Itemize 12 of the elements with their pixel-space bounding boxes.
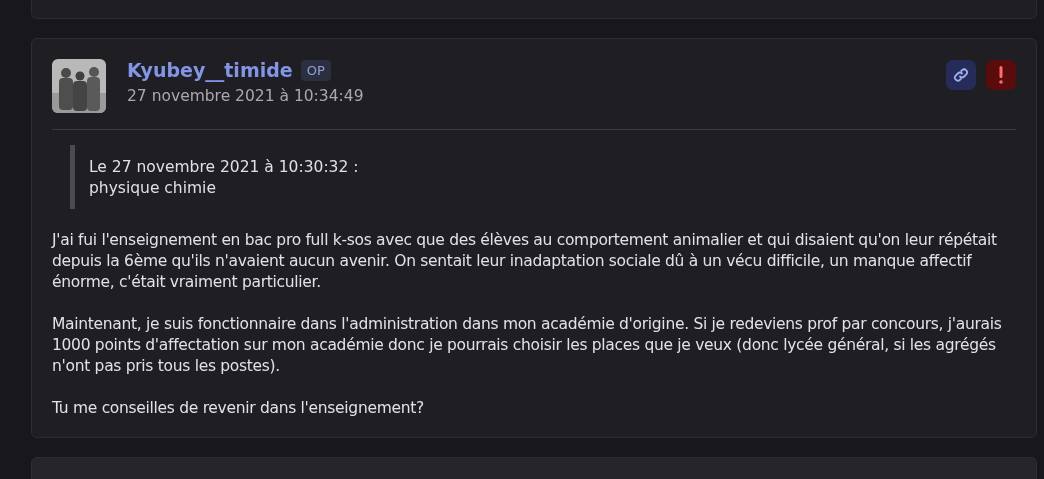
post-date: 27 novembre 2021 à 10:34:49	[127, 87, 365, 105]
quote-text: physique chimie	[89, 178, 217, 199]
quote-header: Le 27 novembre 2021 à 10:30:32 :	[89, 157, 359, 178]
post-paragraph: J'ai fui l'enseignement en bac pro full k-sos avec que des élèves au comportement animalier et qui disaient qu'on leur répétait depuis la 6ème qu'ils n'avaient aucun avenir. On sentait leur inadaptation sociale dû à un vécu difficile, un manque affectif énorme, c'était vraiment particulier.	[52, 230, 998, 293]
post-paragraph: Maintenant, je suis fonctionnaire dans l'administration dans mon académie d'origine. Si je redeviens prof par concours, j'aurais 1000 points d'affectation sur mon académie donc je pourrais choisir les places que je veux (donc lycée général, si les agrégés n'ont pas pris tous les postes).	[52, 314, 1003, 377]
report-button[interactable]	[986, 60, 1016, 90]
permalink-button[interactable]	[946, 60, 976, 90]
author-link[interactable]: Kyubey__timide	[127, 59, 293, 81]
op-badge: OP	[300, 59, 331, 81]
post-paragraph: Tu me conseilles de revenir dans l'enseignement?	[52, 398, 425, 419]
link-icon	[953, 67, 969, 83]
exclamation-icon	[999, 66, 1003, 84]
